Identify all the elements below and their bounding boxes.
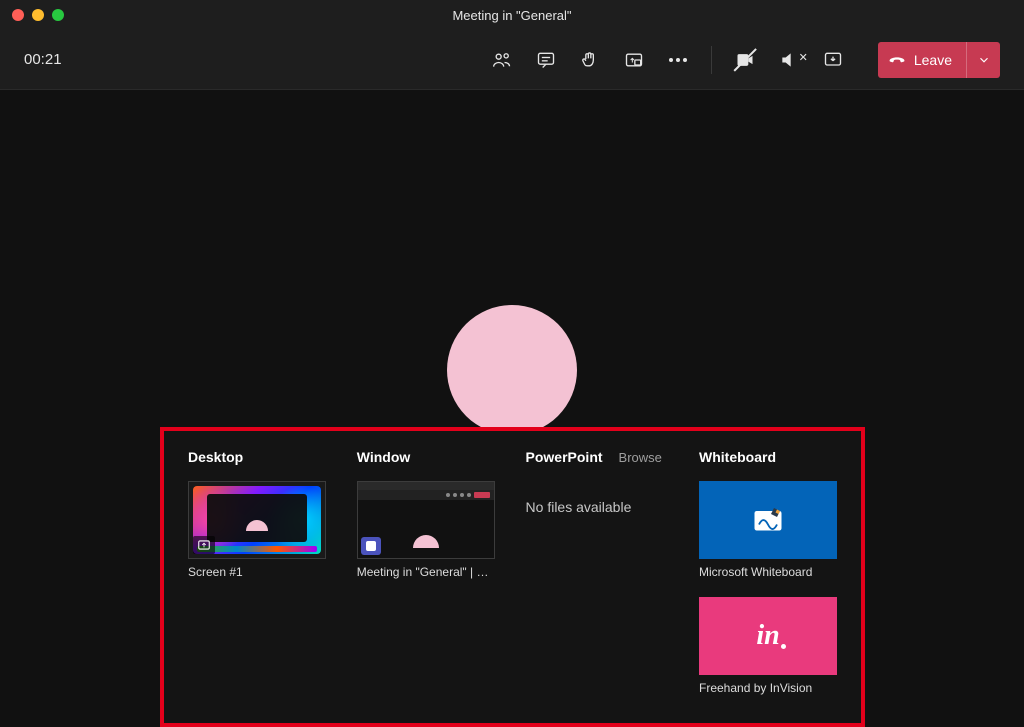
window-controls <box>12 9 64 21</box>
mute-x-icon: ✕ <box>799 51 808 64</box>
more-actions-button[interactable] <box>667 49 689 71</box>
browse-button[interactable]: Browse <box>619 450 662 465</box>
share-content-tray: Desktop Screen #1 Window <box>160 427 865 727</box>
mic-muted-button[interactable]: ✕ <box>778 49 800 71</box>
leave-button[interactable]: Leave <box>878 42 966 78</box>
share-window-item-label: Meeting in "General" | M… <box>357 565 495 579</box>
meeting-stage: Desktop Screen #1 Window <box>0 90 1024 667</box>
share-whiteboard-title: Whiteboard <box>699 449 776 465</box>
whiteboard-icon <box>750 502 786 538</box>
share-window-section: Window Meeting in "General" | M… <box>357 449 498 695</box>
invision-freehand-tile[interactable]: in <box>699 597 837 675</box>
leave-options-button[interactable] <box>966 42 1000 78</box>
powerpoint-empty-label: No files available <box>526 499 671 515</box>
chat-button[interactable] <box>535 49 557 71</box>
minimize-window-icon[interactable] <box>32 9 44 21</box>
share-screen-button[interactable] <box>623 49 645 71</box>
share-whiteboard-section: Whiteboard Microsoft Whiteboard in Freeh… <box>699 449 837 695</box>
share-window-item-1[interactable] <box>357 481 495 559</box>
whiteboard-item-label-2: Freehand by InVision <box>699 681 837 695</box>
window-title: Meeting in "General" <box>452 8 571 23</box>
meeting-toolbar: 00:21 ✕ Leave <box>0 30 1024 90</box>
titlebar: Meeting in "General" <box>0 0 1024 30</box>
share-desktop-title: Desktop <box>188 449 243 465</box>
participants-button[interactable] <box>491 49 513 71</box>
invision-icon: in <box>756 620 779 652</box>
share-window-title: Window <box>357 449 411 465</box>
camera-toggle-button[interactable] <box>734 49 756 71</box>
leave-button-label: Leave <box>914 52 952 68</box>
participant-avatar <box>447 305 577 435</box>
share-desktop-item-label: Screen #1 <box>188 565 326 579</box>
call-timer: 00:21 <box>24 51 62 68</box>
share-desktop-section: Desktop Screen #1 <box>188 449 329 695</box>
share-powerpoint-title: PowerPoint <box>526 449 603 465</box>
raise-hand-button[interactable] <box>579 49 601 71</box>
whiteboard-item-label-1: Microsoft Whiteboard <box>699 565 837 579</box>
toolbar-divider <box>711 46 712 74</box>
fullscreen-window-icon[interactable] <box>52 9 64 21</box>
share-overlay-icon <box>193 536 215 554</box>
teams-app-icon <box>361 537 381 555</box>
share-powerpoint-section: PowerPoint Browse No files available <box>526 449 671 695</box>
dock-panel-button[interactable] <box>822 49 844 71</box>
close-window-icon[interactable] <box>12 9 24 21</box>
share-desktop-screen-1[interactable] <box>188 481 326 559</box>
microsoft-whiteboard-tile[interactable] <box>699 481 837 559</box>
